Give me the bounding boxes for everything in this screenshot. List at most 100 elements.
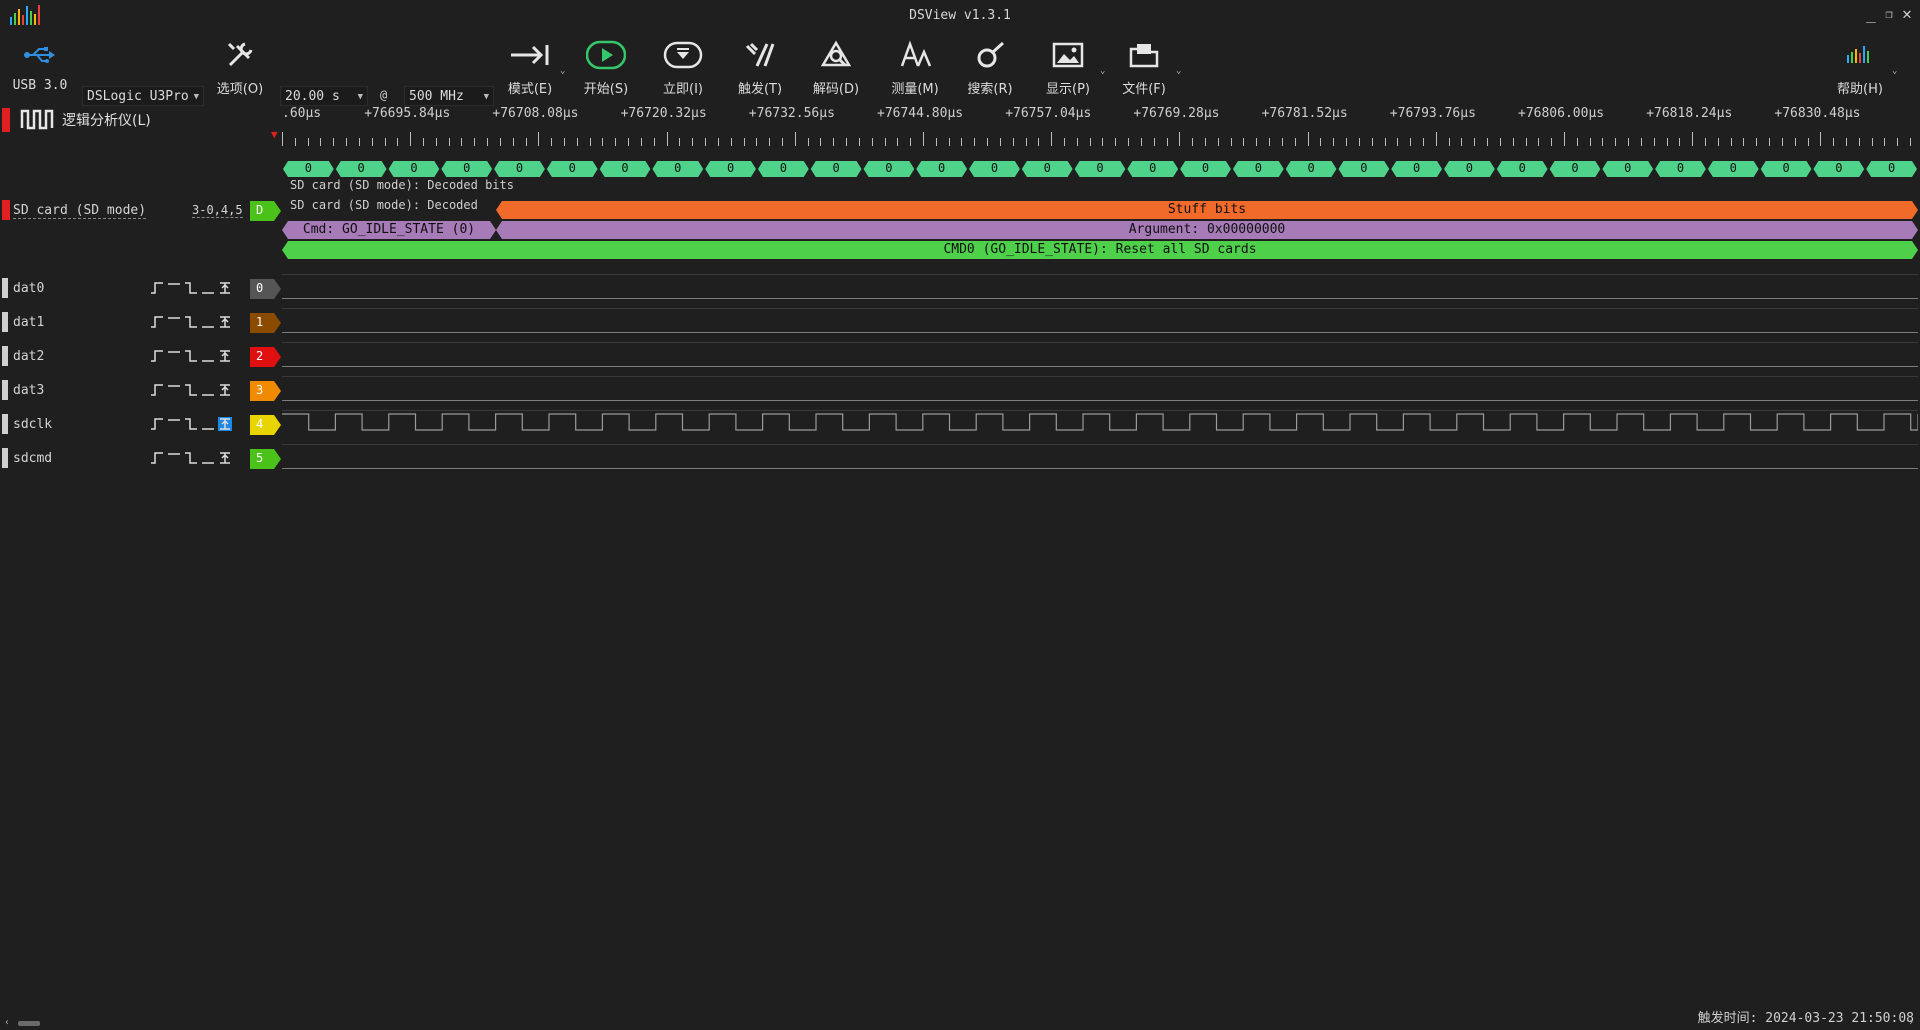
falling-edge-icon[interactable] [184, 315, 198, 329]
ruler-tick-label: +76818.24μs [1646, 106, 1733, 121]
usb-device-indicator[interactable]: USB 3.0 [10, 38, 70, 96]
low-level-icon[interactable] [201, 383, 215, 397]
channel-index: 4 [256, 417, 264, 431]
decoded-bit: 0 [1465, 161, 1474, 175]
decoded-bit: 0 [1571, 161, 1579, 175]
high-level-icon[interactable] [167, 281, 181, 295]
usb-icon [24, 47, 55, 63]
display-button[interactable]: 显示(P) [1038, 38, 1098, 97]
file-button[interactable]: 文件(F) [1114, 38, 1174, 97]
high-level-icon[interactable] [167, 451, 181, 465]
time-ruler[interactable]: .60μs +76695.84μs +76708.08μs +76720.32μs +7… [282, 102, 1918, 146]
decoder-channels[interactable]: 3-0,4,5 [192, 203, 243, 218]
falling-edge-icon[interactable] [184, 349, 198, 363]
low-level-icon[interactable] [201, 281, 215, 295]
channel-row-dat2[interactable]: dat2 2 [0, 346, 282, 368]
mode-dropdown-icon[interactable]: ⌄ [560, 66, 565, 76]
decoded-bit: 0 [621, 161, 629, 175]
instant-button[interactable]: 立即(I) [653, 38, 713, 97]
help-button[interactable]: 帮助(H) [1830, 38, 1890, 97]
channel-name[interactable]: sdcmd [13, 451, 52, 466]
falling-edge-icon[interactable] [184, 281, 198, 295]
channel-name[interactable]: sdclk [13, 417, 52, 432]
trigger-marker-icon[interactable]: ▼ [271, 128, 278, 141]
rising-edge-icon[interactable] [150, 315, 164, 329]
channel-name[interactable]: dat2 [13, 349, 44, 364]
scroll-right-icon[interactable]: › [1908, 1017, 1914, 1028]
channel-row-dat3[interactable]: dat3 3 [0, 380, 282, 402]
falling-edge-icon[interactable] [184, 383, 198, 397]
decoded-bit: 0 [832, 161, 840, 175]
decoded-bit: 0 [1624, 161, 1632, 175]
falling-edge-icon[interactable] [184, 451, 198, 465]
restore-icon[interactable]: ❐ [1880, 6, 1898, 24]
scrollbar-thumb[interactable] [18, 1021, 40, 1026]
signal-line-dat2 [282, 366, 1918, 367]
decode-button[interactable]: 解码(D) [806, 38, 866, 97]
decoded-bit: 0 [674, 161, 682, 175]
start-label: 开始(S) [583, 82, 629, 97]
search-button[interactable]: 搜索(R) [960, 38, 1020, 97]
rising-edge-icon[interactable] [150, 417, 164, 431]
rising-edge-icon[interactable] [150, 383, 164, 397]
high-level-icon[interactable] [167, 349, 181, 363]
minimize-icon[interactable]: _ [1862, 6, 1880, 24]
file-dropdown-icon[interactable]: ⌄ [1176, 66, 1181, 76]
decoded-bit: 0 [1307, 161, 1315, 175]
row-separator [282, 274, 1918, 275]
decode-label: 解码(D) [812, 82, 860, 97]
channel-name[interactable]: dat0 [13, 281, 44, 296]
rising-edge-icon[interactable] [150, 451, 164, 465]
high-level-icon[interactable] [167, 315, 181, 329]
rising-edge-icon[interactable] [150, 281, 164, 295]
options-label: 选项(O) [216, 82, 264, 97]
decoded-bit: 0 [938, 161, 946, 175]
display-dropdown-icon[interactable]: ⌄ [1100, 66, 1105, 76]
sdclk-waveform [282, 413, 1918, 431]
any-edge-icon[interactable] [218, 451, 232, 465]
row-separator [282, 410, 1918, 411]
low-level-icon[interactable] [201, 451, 215, 465]
trigger-button[interactable]: 触发(T) [730, 38, 790, 97]
channel-index-tag [250, 313, 281, 333]
high-level-icon[interactable] [167, 383, 181, 397]
decoded-bit: 0 [1043, 161, 1051, 175]
any-edge-icon[interactable] [218, 349, 232, 363]
trigger-icon [745, 42, 775, 67]
channel-row-dat0[interactable]: dat0 0 [0, 278, 282, 300]
channel-row-sdcmd[interactable]: sdcmd 5 [0, 448, 282, 470]
decoder-name[interactable]: SD card (SD mode) [13, 203, 147, 219]
decoder-channel-row[interactable]: SD card (SD mode) 3-0,4,5 D [0, 200, 282, 222]
low-level-icon[interactable] [201, 349, 215, 363]
options-button[interactable]: 选项(O) [210, 38, 270, 97]
low-level-icon[interactable] [201, 315, 215, 329]
channel-row-sdclk[interactable]: sdclk 4 [0, 414, 282, 436]
channel-name[interactable]: dat3 [13, 383, 44, 398]
low-level-icon[interactable] [201, 417, 215, 431]
rising-edge-icon[interactable] [150, 349, 164, 363]
instant-capture-icon [663, 41, 703, 69]
channel-index-tag [250, 381, 281, 401]
mode-button[interactable]: 模式(E) [500, 38, 560, 97]
measure-label: 测量(M) [891, 82, 939, 97]
horizontal-scrollbar[interactable]: ‹ › [0, 1016, 1920, 1030]
any-edge-icon[interactable] [218, 417, 232, 431]
signal-line-dat3 [282, 400, 1918, 401]
signal-line-dat1 [282, 332, 1918, 333]
high-level-icon[interactable] [167, 417, 181, 431]
any-edge-icon[interactable] [218, 281, 232, 295]
any-edge-icon[interactable] [218, 315, 232, 329]
scroll-left-icon[interactable]: ‹ [4, 1017, 10, 1028]
channel-name[interactable]: dat1 [13, 315, 44, 330]
any-edge-icon[interactable] [218, 383, 232, 397]
decoded-bit: 0 [515, 161, 524, 175]
device-select[interactable]: DSLogic U3Pro ▼ [82, 86, 204, 106]
channel-row-dat1[interactable]: dat1 1 [0, 312, 282, 334]
start-button[interactable]: 开始(S) [576, 38, 636, 97]
trigger-label: 触发(T) [737, 82, 783, 97]
help-dropdown-icon[interactable]: ⌄ [1892, 66, 1897, 76]
measure-button[interactable]: 测量(M) [882, 38, 948, 97]
close-icon[interactable]: ✕ [1898, 6, 1916, 24]
logic-analyzer-header[interactable]: 逻辑分析仪(L) [0, 106, 280, 132]
falling-edge-icon[interactable] [184, 417, 198, 431]
